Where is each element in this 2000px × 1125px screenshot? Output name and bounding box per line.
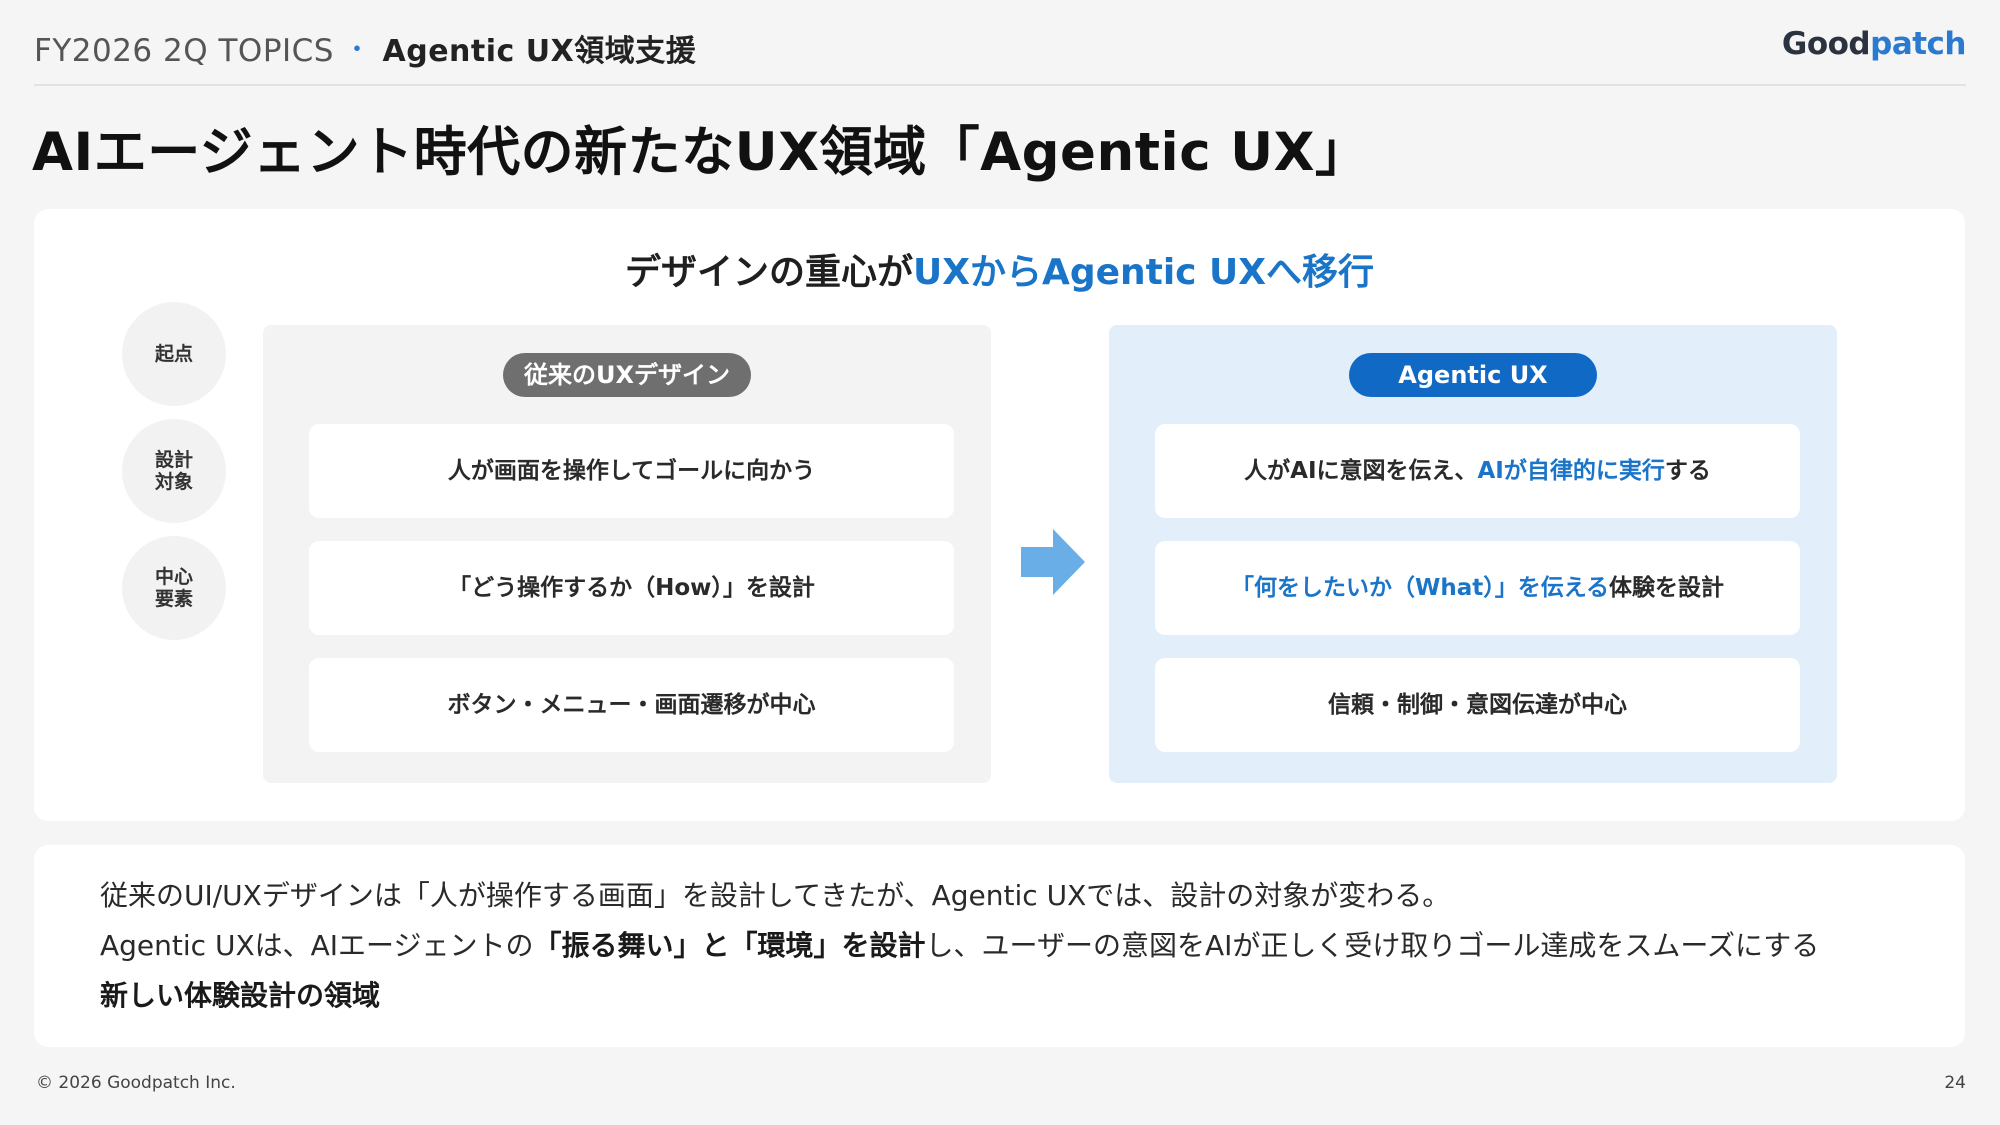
agentic-target-text: 体験を設計 xyxy=(1609,575,1725,601)
summary-line-3: 新しい体験設計の領域 xyxy=(100,979,381,1012)
row-label-core-elements: 中心 要素 xyxy=(122,536,226,640)
summary-line-2a: Agentic UXは、AIエージェントの xyxy=(100,929,534,962)
agentic-start-accent: AIが自律的に実行 xyxy=(1477,458,1665,484)
traditional-ux-column: 従来のUXデザイン 人が画面を操作してゴールに向かう 「どう操作するか（How）… xyxy=(263,325,991,783)
summary-line-2c: し、ユーザーの意図をAIが正しく受け取りゴール達成をスムーズにする xyxy=(925,929,1820,962)
summary-line-1: 従来のUI/UXデザインは「人が操作する画面」を設計してきたが、Agentic … xyxy=(100,879,1451,912)
headline-accent: UXからAgentic UXへ移行 xyxy=(912,252,1375,293)
comparison-card: デザインの重心がUXからAgentic UXへ移行 起点 設計 対象 中心 要素 従… xyxy=(34,209,1965,821)
traditional-target-box: 「どう操作するか（How）」を設計 xyxy=(309,541,954,635)
goodpatch-logo: Goodpatch xyxy=(1781,26,1967,62)
summary-line-2: Agentic UXは、AIエージェントの「振る舞い」と「環境」を設計し、ユーザ… xyxy=(100,921,1925,971)
agentic-start-tail: する xyxy=(1664,458,1711,484)
agentic-target-box: 「何をしたいか（What）」を伝える体験を設計 xyxy=(1155,541,1800,635)
agentic-ux-column: Agentic UX 人がAIに意図を伝え、AIが自律的に実行する 「何をしたい… xyxy=(1109,325,1837,783)
row-label-text: 起点 xyxy=(154,343,193,365)
summary-text: 従来のUI/UXデザインは「人が操作する画面」を設計してきたが、Agentic … xyxy=(100,871,1925,1021)
summary-line-2-bold: 「振る舞い」と「環境」を設計 xyxy=(533,929,926,962)
agentic-ux-pill: Agentic UX xyxy=(1349,353,1597,397)
transition-arrow-icon xyxy=(1021,529,1085,595)
row-label-text: 対象 xyxy=(154,471,193,493)
subsection-label: Agentic UX領域支援 xyxy=(382,34,697,69)
section-label: FY2026 2Q TOPICS xyxy=(34,33,334,69)
summary-card: 従来のUI/UXデザインは「人が操作する画面」を設計してきたが、Agentic … xyxy=(34,845,1965,1047)
row-label-start: 起点 xyxy=(122,302,226,406)
traditional-start-box: 人が画面を操作してゴールに向かう xyxy=(309,424,954,518)
headline-part1: デザインの重心が xyxy=(624,252,913,293)
separator-dot: ・ xyxy=(344,35,371,65)
copyright: © 2026 Goodpatch Inc. xyxy=(36,1073,236,1093)
page-number: 24 xyxy=(1944,1073,1966,1093)
page-title: AIエージェント時代の新たなUX領域「Agentic UX」 xyxy=(32,122,1369,183)
logo-accent: patch xyxy=(1870,26,1966,62)
agentic-start-box: 人がAIに意図を伝え、AIが自律的に実行する xyxy=(1155,424,1800,518)
diagram-headline: デザインの重心がUXからAgentic UXへ移行 xyxy=(34,243,1965,295)
row-label-text: 要素 xyxy=(154,588,193,610)
row-label-text: 設計 xyxy=(154,449,193,471)
row-label-design-target: 設計 対象 xyxy=(122,419,226,523)
agentic-elements-box: 信頼・制御・意図伝達が中心 xyxy=(1155,658,1800,752)
slide-header: FY2026 2Q TOPICS ・ Agentic UX領域支援 Goodpatc… xyxy=(34,22,1966,86)
logo-prefix: Good xyxy=(1781,26,1871,62)
traditional-ux-pill: 従来のUXデザイン xyxy=(503,353,751,397)
agentic-start-text: 人がAIに意図を伝え、 xyxy=(1244,458,1478,484)
traditional-elements-box: ボタン・メニュー・画面遷移が中心 xyxy=(309,658,954,752)
agentic-target-accent: 「何をしたいか（What）」を伝える xyxy=(1230,575,1610,601)
header-section: FY2026 2Q TOPICS ・ Agentic UX領域支援 xyxy=(34,26,696,70)
row-label-text: 中心 xyxy=(154,566,193,588)
